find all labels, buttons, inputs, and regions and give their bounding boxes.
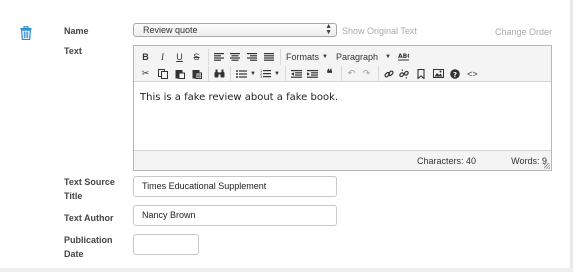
svg-text:?: ?: [453, 70, 457, 78]
publication-date-input[interactable]: [133, 234, 199, 255]
paragraph-dropdown[interactable]: Paragraph ▼: [334, 49, 393, 65]
anchor-icon[interactable]: [413, 66, 430, 82]
editor-toolbar: B I U S Formats▼ Paragraph▼ ABC ✂: [134, 46, 551, 82]
strikethrough-icon[interactable]: S: [188, 49, 205, 65]
publication-date-label-line2: Date: [64, 249, 84, 259]
clear-formatting-icon[interactable]: ABC: [395, 49, 412, 65]
text-source-title-label-line1: Text Source: [64, 177, 115, 187]
caret-down-icon: ▼: [385, 53, 391, 60]
word-count: Words: 9: [511, 156, 547, 166]
unlink-icon[interactable]: [396, 66, 413, 82]
redo-icon[interactable]: ↷: [358, 66, 375, 82]
name-select[interactable]: Review quote ▲ ▼: [133, 23, 337, 37]
underline-icon[interactable]: U: [171, 49, 188, 65]
text-label: Text: [64, 46, 82, 56]
paste-icon[interactable]: [171, 66, 188, 82]
align-left-icon[interactable]: [208, 48, 226, 65]
caret-down-icon: ▼: [322, 53, 328, 60]
caret-down-icon: ▼: [273, 70, 280, 77]
change-order-link[interactable]: Change Order: [495, 25, 552, 39]
show-original-text-link[interactable]: Show Original Text: [342, 24, 417, 38]
character-count: Characters: 40: [416, 156, 476, 166]
trash-icon[interactable]: [20, 26, 32, 40]
paragraph-label: Paragraph: [335, 51, 378, 62]
text-source-title-label-line2: Title: [64, 191, 83, 201]
blockquote-icon[interactable]: ❝: [321, 66, 338, 82]
formats-dropdown[interactable]: Formats ▼: [280, 48, 330, 65]
editor-statusbar: Characters: 40 Words: 9: [134, 150, 551, 170]
publication-date-label-line1: Publication: [64, 235, 113, 245]
caret-down-icon: ▼: [250, 70, 256, 77]
svg-text:3: 3: [260, 75, 262, 78]
text-author-input[interactable]: Nancy Brown: [133, 205, 337, 226]
paste-text-icon[interactable]: [188, 66, 205, 82]
bottom-divider: [0, 268, 573, 272]
rich-text-editor[interactable]: B I U S Formats▼ Paragraph▼ ABC ✂: [133, 45, 552, 171]
source-code-icon[interactable]: <>: [464, 66, 481, 82]
name-label: Name: [64, 26, 89, 36]
select-arrows-icon: ▲ ▼: [325, 23, 332, 36]
cut-icon[interactable]: ✂: [137, 66, 154, 82]
link-icon[interactable]: [377, 65, 396, 82]
help-icon[interactable]: ?: [447, 66, 464, 82]
indent-icon[interactable]: [304, 66, 321, 82]
align-center-icon[interactable]: [226, 49, 243, 65]
undo-icon[interactable]: ↶: [340, 65, 358, 82]
find-replace-icon[interactable]: [208, 65, 227, 82]
align-justify-icon[interactable]: [260, 49, 277, 65]
name-select-value: Review quote: [143, 25, 198, 35]
outdent-icon[interactable]: [284, 65, 304, 82]
resize-grip-icon[interactable]: [544, 163, 550, 169]
editor-content[interactable]: This is a fake review about a fake book.: [140, 92, 338, 103]
bold-icon[interactable]: B: [137, 49, 154, 65]
text-source-title-input[interactable]: Times Educational Supplement: [133, 176, 337, 197]
italic-icon[interactable]: I: [154, 49, 171, 65]
text-author-label: Text Author: [64, 213, 114, 223]
image-icon[interactable]: [430, 66, 447, 82]
formats-label: Formats: [286, 51, 320, 62]
copy-icon[interactable]: [154, 66, 171, 82]
svg-text:ABC: ABC: [398, 53, 409, 60]
numbered-list-icon[interactable]: 123 ▼: [258, 66, 282, 82]
bullet-list-icon[interactable]: ▼: [230, 65, 258, 82]
align-right-icon[interactable]: [243, 49, 260, 65]
